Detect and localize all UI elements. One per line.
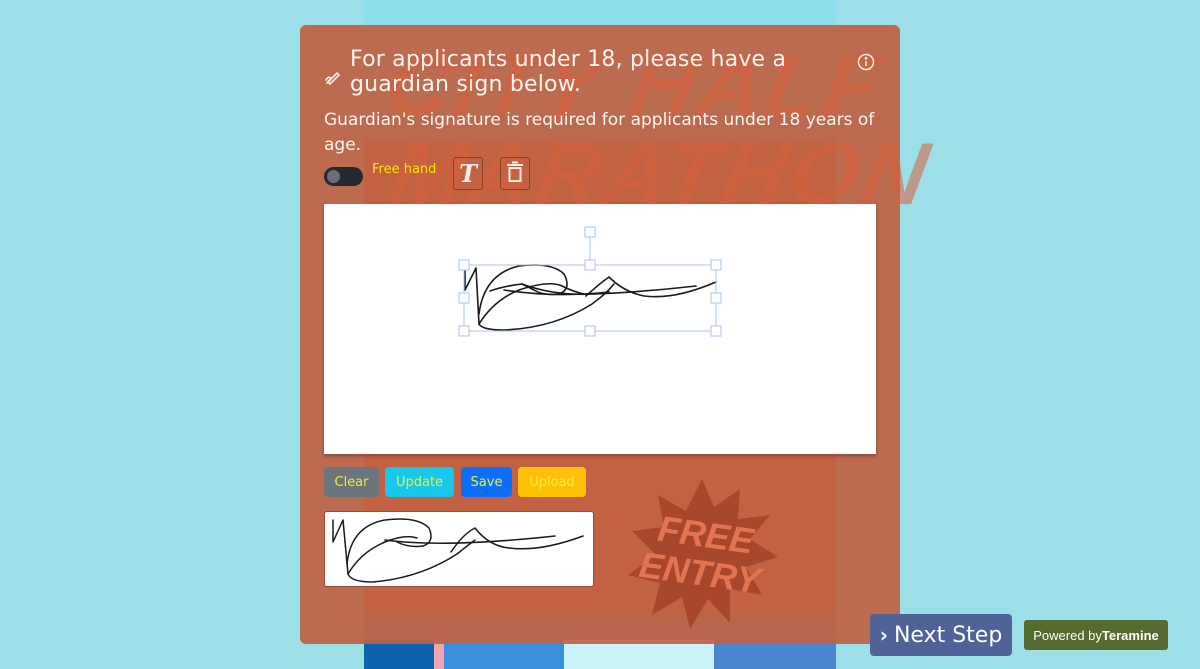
upload-button[interactable]: Upload [518,467,586,497]
save-button[interactable]: Save [461,467,512,497]
poster-stripe [714,640,836,669]
clear-button[interactable]: Clear [324,467,379,497]
toggle-knob [327,170,340,183]
powered-by-badge[interactable]: Powered by Teramine [1024,620,1168,650]
page-title: For applicants under 18, please have a g… [350,47,787,97]
title-row: For applicants under 18, please have a g… [324,47,864,97]
poster-stripe [564,640,714,669]
signature-card: CITY HALF MARATHON For applicants under … [300,25,940,644]
poster-stripe [434,640,444,669]
powered-by-prefix: Powered by [1033,627,1102,643]
text-icon: T [459,159,477,188]
signature-pen-icon [324,67,344,87]
chevron-right-icon: › [879,623,888,647]
signature-drawing [458,226,722,337]
poster-stripe [444,640,564,669]
trash-icon [506,161,524,187]
freehand-toggle[interactable] [324,167,363,186]
text-tool-button[interactable]: T [453,157,483,190]
freehand-label: Free hand [372,162,437,177]
delete-tool-button[interactable] [500,157,530,190]
free-entry-badge: FREE ENTRY [628,479,778,629]
signature-canvas[interactable] [324,204,876,454]
signature-preview [324,511,594,587]
signature-preview-image [332,518,584,583]
powered-by-brand: Teramine [1101,627,1159,643]
update-button[interactable]: Update [385,467,454,497]
description: Guardian's signature is required for app… [324,110,875,155]
next-step-button[interactable]: › Next Step [870,614,1012,656]
selection-box [458,226,722,337]
poster-stripe [364,640,434,669]
signature-toolbar: Free hand T [324,157,624,193]
next-step-label: Next Step [893,622,1003,648]
signature-strokes [464,264,717,331]
info-icon[interactable] [857,53,875,71]
